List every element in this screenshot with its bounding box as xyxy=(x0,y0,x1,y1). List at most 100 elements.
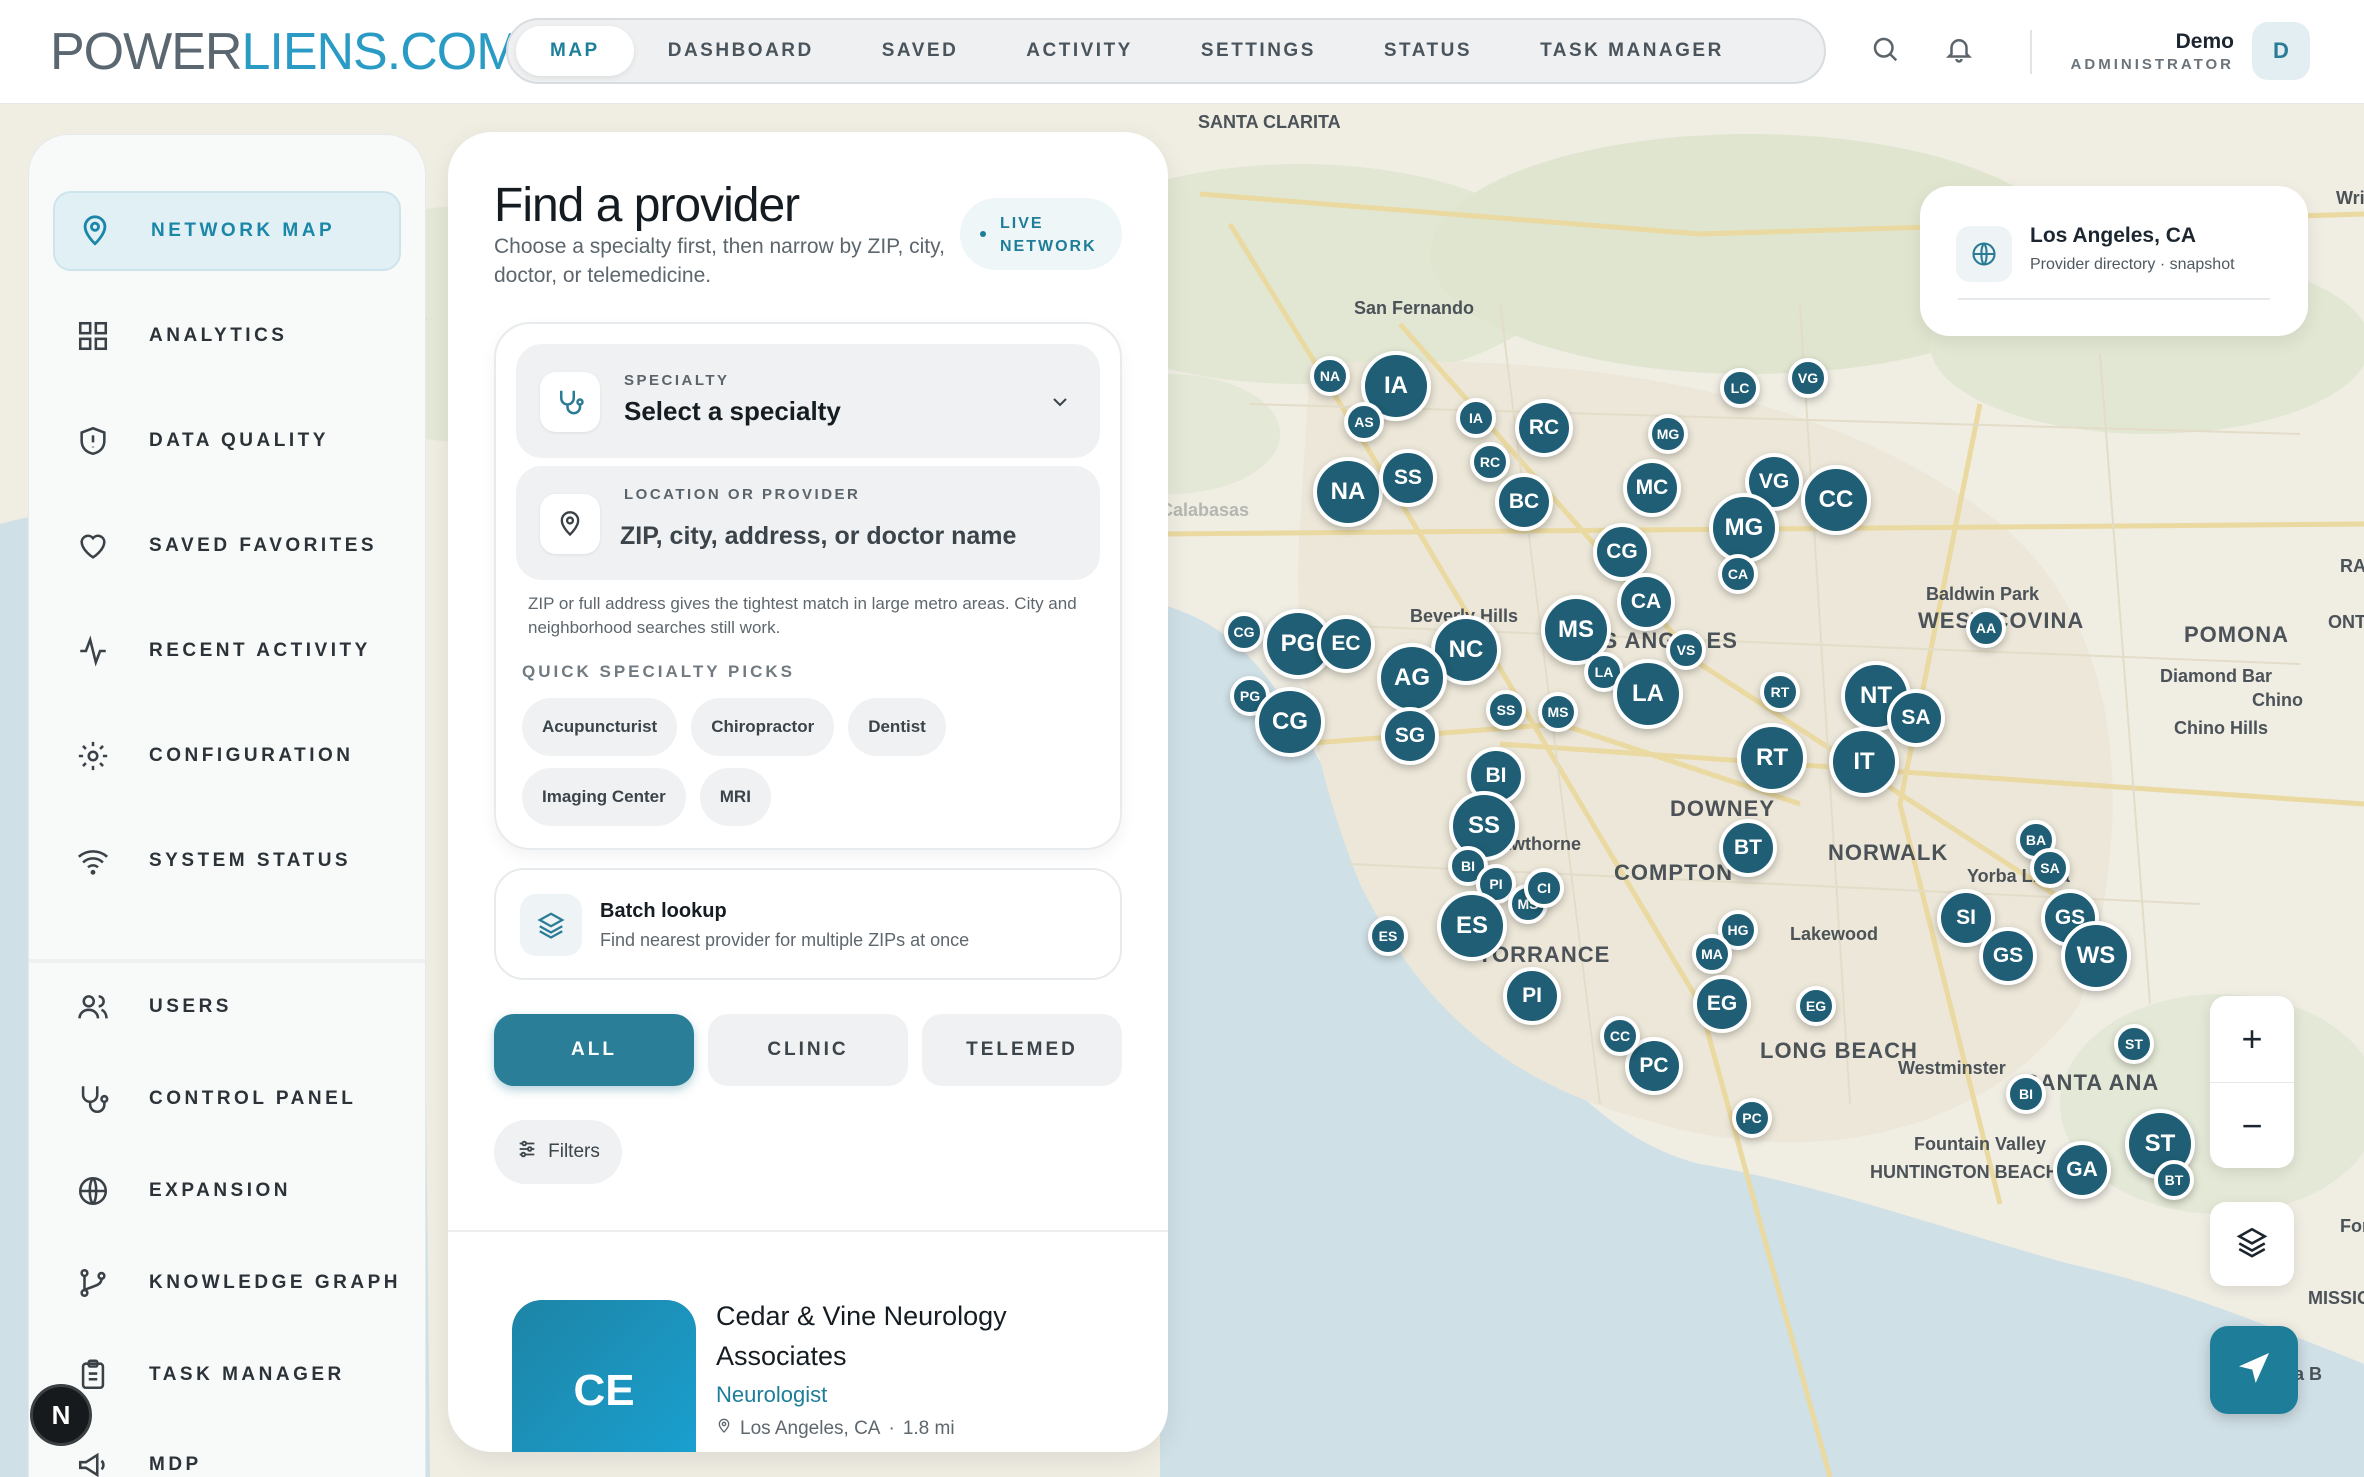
sidebar-item-saved-favorites[interactable]: SAVED FAVORITES xyxy=(53,506,401,586)
provider-pin[interactable]: CA xyxy=(1718,554,1758,594)
nav-settings[interactable]: SETTINGS xyxy=(1167,26,1350,76)
bell-icon[interactable] xyxy=(1944,34,1974,69)
provider-pin[interactable]: PC xyxy=(1732,1098,1772,1138)
avatar[interactable]: D xyxy=(2252,22,2310,80)
nav-activity[interactable]: ACTIVITY xyxy=(992,26,1167,76)
provider-card[interactable]: CE Cedar & Vine Neurology Associates Neu… xyxy=(512,1300,1132,1452)
provider-pin[interactable]: RC xyxy=(1470,442,1510,482)
provider-pin[interactable]: ES xyxy=(1368,916,1408,956)
provider-distance: 1.8 mi xyxy=(902,1418,955,1439)
provider-pin[interactable]: BC xyxy=(1495,473,1553,531)
sidebar-item-mdp[interactable]: MDP xyxy=(53,1425,401,1477)
provider-pin[interactable]: SS xyxy=(1486,690,1526,730)
search-icon[interactable] xyxy=(1870,34,1900,69)
chip-mri[interactable]: MRI xyxy=(699,768,771,826)
provider-pin[interactable]: CG xyxy=(1255,687,1325,757)
nav-status[interactable]: STATUS xyxy=(1350,26,1506,76)
provider-pin[interactable]: CI xyxy=(1524,868,1564,908)
provider-pin[interactable]: NA xyxy=(1310,356,1350,396)
sidebar-item-analytics[interactable]: ANALYTICS xyxy=(53,296,401,376)
provider-pin[interactable]: ES xyxy=(1437,891,1507,961)
specialty-select[interactable]: SPECIALTY Select a specialty xyxy=(516,344,1100,458)
provider-pin[interactable]: CC xyxy=(1600,1016,1640,1056)
provider-pin[interactable]: IT xyxy=(1829,727,1899,797)
sidebar-item-system-status[interactable]: SYSTEM STATUS xyxy=(53,821,401,901)
provider-pin[interactable]: SA xyxy=(2030,848,2070,888)
provider-pin[interactable]: EG xyxy=(1796,986,1836,1026)
locate-button[interactable] xyxy=(2210,1326,2298,1414)
provider-pin[interactable]: EG xyxy=(1693,975,1751,1033)
provider-pin[interactable]: GS xyxy=(1979,927,2037,985)
provider-pin[interactable]: SG xyxy=(1381,707,1439,765)
zoom-out-button[interactable]: − xyxy=(2210,1083,2294,1169)
map-label: RA xyxy=(2340,556,2364,576)
mode-all-button[interactable]: ALL xyxy=(494,1014,694,1086)
grid-icon xyxy=(53,319,133,353)
provider-pin[interactable]: GA xyxy=(2053,1141,2111,1199)
sidebar-item-knowledge-graph[interactable]: KNOWLEDGE GRAPH xyxy=(53,1243,401,1323)
n-badge[interactable]: N xyxy=(30,1384,92,1446)
provider-pin[interactable]: BT xyxy=(1719,819,1777,877)
provider-pin[interactable]: CC xyxy=(1801,465,1871,535)
provider-pin[interactable]: PI xyxy=(1503,967,1561,1025)
location-title: Los Angeles, CA xyxy=(2030,224,2197,247)
sidebar-item-recent-activity[interactable]: RECENT ACTIVITY xyxy=(53,611,401,691)
sidebar-item-expansion[interactable]: EXPANSION xyxy=(53,1151,401,1231)
provider-pin[interactable]: VS xyxy=(1666,630,1706,670)
sidebar-item-data-quality[interactable]: DATA QUALITY xyxy=(53,401,401,481)
chip-chiropractor[interactable]: Chiropractor xyxy=(691,698,835,756)
divider xyxy=(1958,298,2270,300)
sidebar-item-label: SYSTEM STATUS xyxy=(149,850,352,871)
location-card: Los Angeles, CA Provider directory · sna… xyxy=(1920,186,2308,336)
layers-button[interactable] xyxy=(2210,1202,2294,1286)
search-card: SPECIALTY Select a specialty LOCATION OR… xyxy=(494,322,1122,850)
nav-dashboard[interactable]: DASHBOARD xyxy=(634,26,848,76)
provider-pin[interactable]: CA xyxy=(1617,573,1675,631)
provider-pin[interactable]: RT xyxy=(1737,723,1807,793)
provider-pin[interactable]: MA xyxy=(1692,934,1732,974)
provider-pin[interactable]: LC xyxy=(1720,368,1760,408)
chip-dentist[interactable]: Dentist xyxy=(848,698,946,756)
provider-pin[interactable]: LA xyxy=(1613,659,1683,729)
sidebar-item-control-panel[interactable]: CONTROL PANEL xyxy=(53,1059,401,1139)
brand-logo[interactable]: POWERLIENS.COM xyxy=(50,22,520,82)
provider-pin[interactable]: BI xyxy=(2006,1074,2046,1114)
provider-pin[interactable]: RT xyxy=(1760,672,1800,712)
filters-button[interactable]: Filters xyxy=(494,1120,622,1184)
nav-task-manager[interactable]: TASK MANAGER xyxy=(1506,26,1758,76)
users-icon xyxy=(53,990,133,1024)
nav-saved[interactable]: SAVED xyxy=(848,26,993,76)
provider-pin[interactable]: MS xyxy=(1538,692,1578,732)
provider-pin[interactable]: RC xyxy=(1515,399,1573,457)
provider-pin[interactable]: SS xyxy=(1379,449,1437,507)
provider-pin[interactable]: AG xyxy=(1377,643,1447,713)
provider-pin[interactable]: MG xyxy=(1709,493,1779,563)
provider-pin[interactable]: SA xyxy=(1887,689,1945,747)
nav-map[interactable]: MAP xyxy=(516,26,634,76)
sidebar-item-task-manager[interactable]: TASK MANAGER xyxy=(53,1335,401,1415)
provider-pin[interactable]: BT xyxy=(2154,1160,2194,1200)
provider-pin[interactable]: VG xyxy=(1788,358,1828,398)
provider-pin[interactable]: IA xyxy=(1456,398,1496,438)
provider-pin[interactable]: AA xyxy=(1966,608,2006,648)
provider-pin[interactable]: MG xyxy=(1648,414,1688,454)
chip-imaging-center[interactable]: Imaging Center xyxy=(522,768,686,826)
git-branch-icon xyxy=(53,1266,133,1300)
sidebar-item-label: SAVED FAVORITES xyxy=(149,535,378,556)
provider-pin[interactable]: ST xyxy=(2114,1024,2154,1064)
zoom-in-button[interactable]: + xyxy=(2210,996,2294,1082)
provider-pin[interactable]: WS xyxy=(2061,921,2131,991)
chip-acupuncturist[interactable]: Acupuncturist xyxy=(522,698,678,756)
sidebar-item-users[interactable]: USERS xyxy=(53,967,401,1047)
location-input[interactable] xyxy=(620,516,1080,556)
provider-pin[interactable]: AS xyxy=(1344,402,1384,442)
sidebar-item-configuration[interactable]: CONFIGURATION xyxy=(53,716,401,796)
batch-lookup-button[interactable]: Batch lookup Find nearest provider for m… xyxy=(494,868,1122,980)
mode-clinic-button[interactable]: CLINIC xyxy=(708,1014,908,1086)
provider-pin[interactable]: MC xyxy=(1623,459,1681,517)
sidebar-item-network-map[interactable]: NETWORK MAP xyxy=(53,191,401,271)
provider-pin[interactable]: CG xyxy=(1224,612,1264,652)
provider-pin[interactable]: EC xyxy=(1317,615,1375,673)
mode-telemed-button[interactable]: TELEMED xyxy=(922,1014,1122,1086)
provider-pin[interactable]: NA xyxy=(1313,457,1383,527)
